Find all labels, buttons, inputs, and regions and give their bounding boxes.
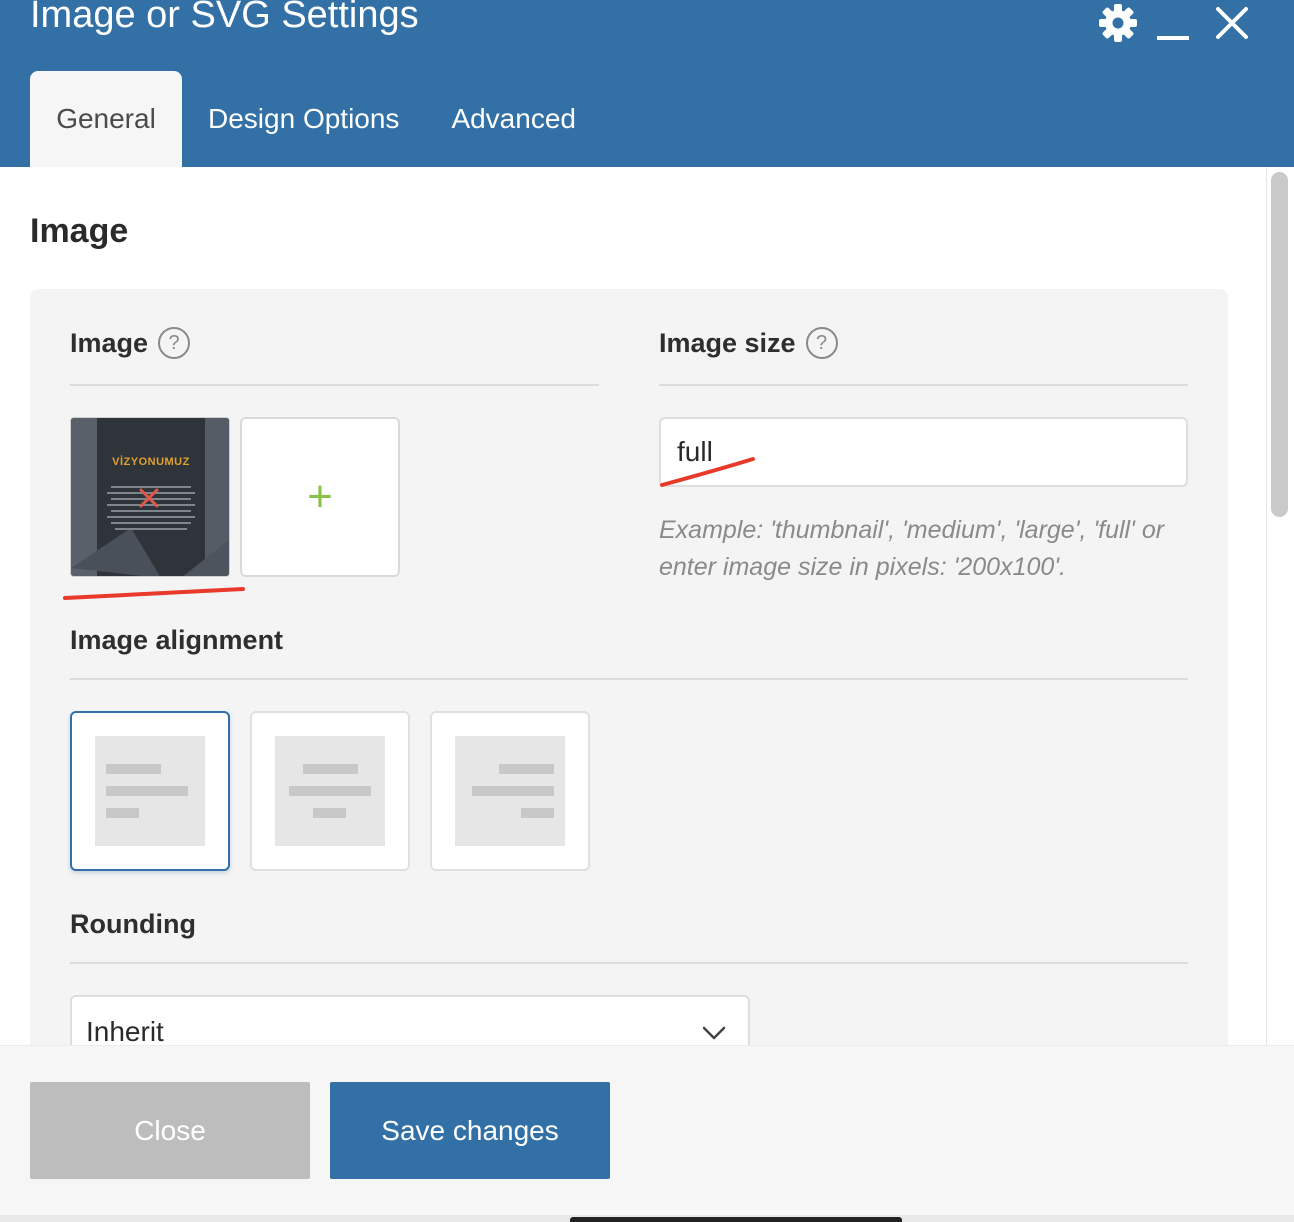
dialog-footer: Close Save changes: [0, 1045, 1294, 1215]
tab-advanced[interactable]: Advanced: [425, 71, 602, 167]
plus-icon: +: [307, 472, 333, 521]
rounding-select[interactable]: Inherit: [70, 995, 750, 1045]
rounding-label: Rounding: [70, 909, 196, 939]
image-label-text: Image: [70, 327, 149, 358]
scrollbar-thumb[interactable]: [1271, 172, 1288, 517]
thumbnail-picture: [71, 418, 229, 576]
minimize-icon[interactable]: [1152, 2, 1194, 44]
chevron-down-icon: [702, 1026, 726, 1040]
rounding-select-value: Inherit: [86, 1016, 164, 1045]
settings-content: Image Image ? VİZYONUMUZ + Image size ? …: [0, 167, 1266, 1045]
image-size-label-text: Image size: [659, 327, 796, 358]
align-left-option[interactable]: [70, 711, 230, 871]
image-size-divider: [659, 384, 1188, 386]
add-image-button[interactable]: +: [240, 417, 400, 577]
align-left-icon: [95, 736, 205, 846]
image-size-hint: Example: 'thumbnail', 'medium', 'large',…: [659, 516, 1165, 581]
image-label: Image ?: [70, 327, 191, 359]
align-right-option[interactable]: [430, 711, 590, 871]
section-title: Image: [30, 212, 129, 250]
rounding-divider: [70, 962, 1188, 964]
image-size-label: Image size ?: [659, 327, 838, 359]
image-thumbnail[interactable]: VİZYONUMUZ: [70, 417, 230, 577]
close-icon[interactable]: [1211, 2, 1253, 44]
image-size-input[interactable]: [659, 417, 1188, 487]
dialog-title: Image or SVG Settings: [30, 0, 419, 36]
align-center-icon: [275, 736, 385, 846]
image-alignment-label: Image alignment: [70, 625, 284, 655]
image-help-icon[interactable]: ?: [158, 327, 191, 359]
image-divider: [70, 384, 599, 386]
tab-design-options[interactable]: Design Options: [182, 71, 425, 167]
align-right-icon: [455, 736, 565, 846]
dialog-header: Image or SVG Settings General Design Opt…: [0, 0, 1294, 167]
save-changes-button[interactable]: Save changes: [330, 1082, 610, 1179]
tab-general[interactable]: General: [30, 71, 182, 167]
close-button[interactable]: Close: [30, 1082, 310, 1179]
gear-icon[interactable]: [1097, 2, 1139, 44]
tab-bar: General Design Options Advanced: [30, 71, 602, 167]
image-size-help-icon[interactable]: ?: [805, 327, 838, 359]
align-center-option[interactable]: [250, 711, 410, 871]
image-alignment-divider: [70, 678, 1188, 680]
thumbnail-caption: VİZYONUMUZ: [112, 456, 190, 468]
settings-card: [30, 289, 1228, 1045]
background-widget: [570, 1217, 902, 1222]
